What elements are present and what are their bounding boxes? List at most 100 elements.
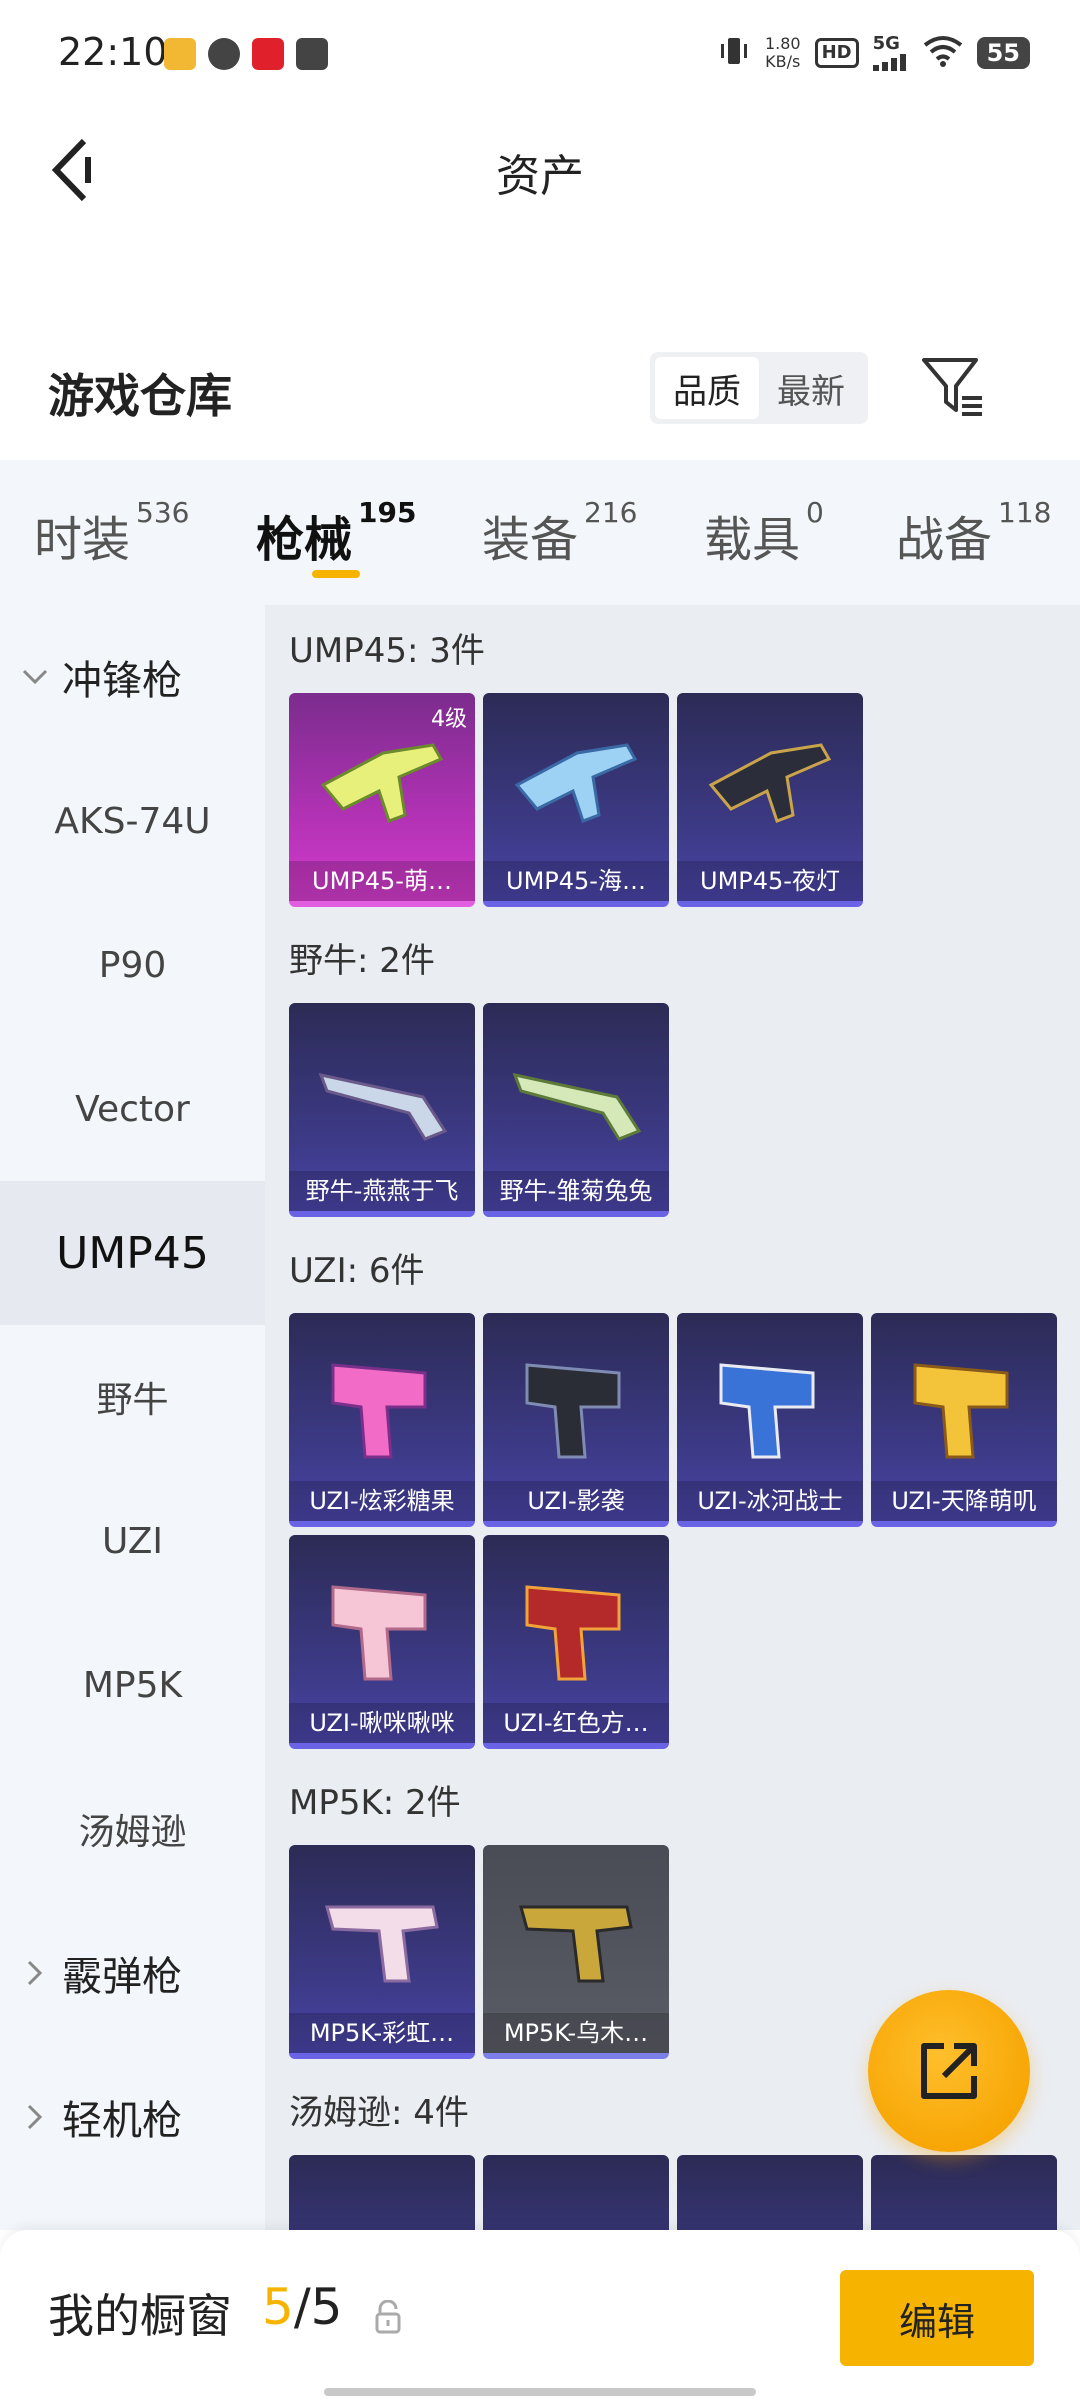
weapon-card[interactable]: UZI-影袭 [483, 1313, 669, 1527]
chevron-right-icon [20, 1960, 50, 1986]
group-title-mp5k: MP5K: 2件 [289, 1783, 461, 1823]
wifi-icon [923, 35, 963, 72]
weapon-image [913, 1363, 1009, 1459]
group-title-ump45: UMP45: 3件 [289, 631, 485, 671]
weapon-name: UZI-红色方… [483, 1703, 669, 1743]
weapon-card[interactable] [677, 2155, 863, 2230]
weapon-image [325, 1905, 439, 1983]
app-notification-icon [164, 38, 196, 70]
sidebar-item-aks74u[interactable]: AKS-74U [0, 749, 265, 893]
sidebar-group-shotgun[interactable]: 霰弹枪 [0, 1901, 265, 2045]
weapon-card[interactable]: UMP45-海… [483, 693, 669, 907]
weapon-image [525, 1363, 621, 1459]
weapon-grid: UMP45: 3件 4级 UMP45-萌… UMP45-海… UMP45-夜灯 … [265, 605, 1080, 2230]
status-time: 22:10 [58, 30, 168, 74]
weapon-type-sidebar: 冲锋枪 AKS-74U P90 Vector UMP45 野牛 UZI MP5K… [0, 605, 265, 2230]
weapon-card[interactable]: MP5K-彩虹… [289, 1845, 475, 2059]
tab-vehicles[interactable]: 载具 0 [704, 496, 824, 570]
group-title-uzi: UZI: 6件 [289, 1251, 425, 1291]
weapon-card[interactable]: UZI-冰河战士 [677, 1313, 863, 1527]
showcase-bar: 我的橱窗 5/5 编辑 [0, 2230, 1080, 2400]
sidebar-item-bizon[interactable]: 野牛 [0, 1325, 265, 1469]
edit-button[interactable]: 编辑 [840, 2270, 1034, 2366]
weapon-name: MP5K-彩虹… [289, 2013, 475, 2053]
home-indicator [324, 2388, 756, 2396]
chevron-down-icon [20, 669, 50, 685]
hd-icon: HD [814, 38, 859, 68]
weapon-card[interactable]: UZI-啾咪啾咪 [289, 1535, 475, 1749]
weapon-name: UZI-炫彩糖果 [289, 1481, 475, 1521]
lock-icon [374, 2299, 402, 2334]
weapon-name: UMP45-夜灯 [677, 861, 863, 901]
weapon-name: 野牛-雏菊兔兔 [483, 1171, 669, 1211]
share-icon [921, 2043, 977, 2099]
weapon-name: UMP45-海… [483, 861, 669, 901]
app-notification-icon [208, 38, 240, 70]
weapon-name: MP5K-乌木… [483, 2013, 669, 2053]
app-notification-icon [296, 38, 328, 70]
sort-quality-button[interactable]: 品质 [655, 357, 759, 419]
sidebar-item-ump45[interactable]: UMP45 [0, 1181, 265, 1325]
group-title-bizon: 野牛: 2件 [289, 941, 435, 981]
sort-newest-button[interactable]: 最新 [759, 357, 863, 419]
sidebar-group-smg[interactable]: 冲锋枪 [0, 605, 265, 749]
page-title: 资产 [496, 151, 584, 202]
weapon-card[interactable]: UZI-天降萌叽 [871, 1313, 1057, 1527]
weapon-image [514, 743, 638, 823]
warehouse-title: 游戏仓库 [48, 369, 232, 423]
weapon-name: 野牛-燕燕于飞 [289, 1171, 475, 1211]
weapon-card[interactable] [289, 2155, 475, 2230]
showcase-label: 我的橱窗 [48, 2289, 232, 2343]
vibrate-icon [717, 34, 751, 73]
weapon-image [525, 1585, 621, 1681]
sidebar-item-mp5k[interactable]: MP5K [0, 1613, 265, 1757]
weapon-image [331, 1585, 427, 1681]
weapon-card[interactable]: 野牛-燕燕于飞 [289, 1003, 475, 1217]
sidebar-item-thompson[interactable]: 汤姆逊 [0, 1757, 265, 1901]
weapon-card[interactable] [483, 2155, 669, 2230]
sidebar-item-vector[interactable]: Vector [0, 1037, 265, 1181]
share-button[interactable] [868, 1990, 1030, 2152]
group-title-thompson: 汤姆逊: 4件 [289, 2093, 469, 2133]
sidebar-item-uzi[interactable]: UZI [0, 1469, 265, 1613]
warehouse-header: 游戏仓库 品质 最新 [0, 340, 1080, 460]
weapon-name: UMP45-萌… [289, 861, 475, 901]
weapon-name: UZI-啾咪啾咪 [289, 1703, 475, 1743]
weapon-image [519, 1905, 633, 1983]
weapon-name: UZI-天降萌叽 [871, 1481, 1057, 1521]
status-bar: 22:10 1.80 KB/s HD 5G 55 [0, 0, 1080, 110]
sidebar-group-lmg[interactable]: 轻机枪 [0, 2045, 265, 2189]
weapon-image [512, 1072, 642, 1141]
chevron-right-icon [20, 2104, 50, 2130]
weapon-card[interactable]: 野牛-雏菊兔兔 [483, 1003, 669, 1217]
level-badge: 4级 [431, 707, 467, 732]
net-speed: 1.80 KB/s [764, 34, 801, 71]
weapon-image [719, 1363, 815, 1459]
weapon-card[interactable]: UZI-红色方… [483, 1535, 669, 1749]
status-icons: 1.80 KB/s HD 5G 55 [717, 30, 1030, 76]
app-notification-icon [252, 38, 284, 70]
top-bar: 资产 [0, 110, 1080, 230]
filter-icon[interactable] [918, 352, 988, 422]
weapon-image [318, 1072, 448, 1141]
weapon-card[interactable] [871, 2155, 1057, 2230]
weapon-card[interactable]: UZI-炫彩糖果 [289, 1313, 475, 1527]
weapon-card[interactable]: 4级 UMP45-萌… [289, 693, 475, 907]
weapon-image [320, 743, 444, 823]
weapon-card[interactable]: UMP45-夜灯 [677, 693, 863, 907]
weapon-image [708, 743, 832, 823]
sort-toggle: 品质 最新 [650, 352, 868, 424]
showcase-count: 5/5 [262, 2278, 343, 2336]
tab-guns[interactable]: 枪械 195 [256, 496, 416, 570]
weapon-name: UZI-影袭 [483, 1481, 669, 1521]
tab-equipment[interactable]: 装备 216 [482, 496, 637, 570]
active-tab-indicator [312, 570, 360, 578]
tab-supplies[interactable]: 战备 118 [896, 496, 1051, 570]
battery-icon: 55 [976, 37, 1030, 69]
weapon-name: UZI-冰河战士 [677, 1481, 863, 1521]
tab-fashion[interactable]: 时装 536 [34, 496, 189, 570]
weapon-card[interactable]: MP5K-乌木… [483, 1845, 669, 2059]
signal-icon: 5G [872, 35, 909, 71]
sidebar-item-p90[interactable]: P90 [0, 893, 265, 1037]
category-tabs: 时装 536 枪械 195 装备 216 载具 0 战备 118 [0, 460, 1080, 605]
